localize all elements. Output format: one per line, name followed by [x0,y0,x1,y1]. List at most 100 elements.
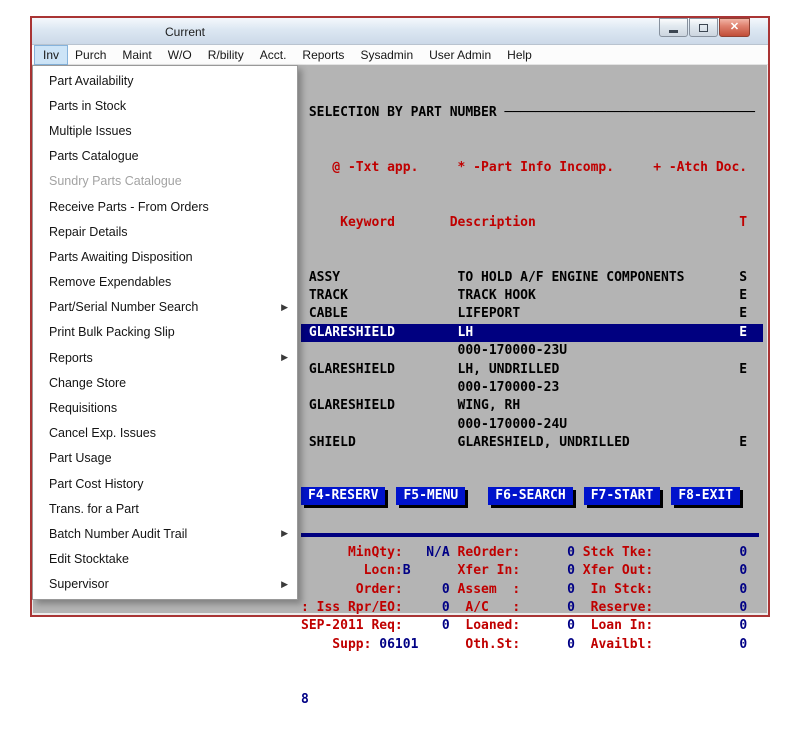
submenu-arrow-icon: ▶ [281,352,288,363]
detail-segment: Supp: [301,637,371,652]
fkey-f8-exit[interactable]: F8-EXIT [671,487,740,505]
part-row[interactable]: TRACK TRACK HOOK E [301,287,763,305]
menu-item-label: Reports [49,351,93,365]
menu-maint[interactable]: Maint [114,46,159,64]
detail-segment: Xfer Out: [575,563,653,578]
close-icon: ✕ [730,22,739,33]
menu-item-label: Part/Serial Number Search [49,300,198,314]
minimize-icon [669,30,678,33]
menu-item-change-store[interactable]: Change Store [33,370,297,395]
part-row[interactable]: 000-170000-23 [301,379,763,397]
detail-line: SEP-2011 Req: 0 Loaned: 0 Loan In: 0 [301,617,763,635]
part-row[interactable]: GLARESHIELD LH, UNDRILLED E [301,361,763,379]
menu-item-repair-details[interactable]: Repair Details [33,219,297,244]
menu-item-part-serial-number-search[interactable]: Part/Serial Number Search ▶ [33,295,297,320]
menu-inv[interactable]: Inv [35,46,67,64]
menu-item-trans-for-a-part[interactable]: Trans. for a Part [33,496,297,521]
terminal-column-headers: Keyword Description T [301,214,763,232]
detail-segment: 0 [403,582,450,597]
menu-item-label: Part Usage [49,451,112,465]
menu-item-edit-stocktake[interactable]: Edit Stocktake [33,547,297,572]
menu-item-print-bulk-packing-slip[interactable]: Print Bulk Packing Slip [33,320,297,345]
part-row[interactable]: 000-170000-23U [301,342,763,360]
detail-segment: 0 [403,600,450,615]
window-controls: ✕ [659,18,750,37]
menu-purch[interactable]: Purch [67,46,114,64]
detail-segment: N/A [403,545,450,560]
menu-item-parts-catalogue[interactable]: Parts Catalogue [33,144,297,169]
app-window: Current ✕ InvPurchMaintW/OR/bilityAcct.R… [30,16,770,617]
menu-item-batch-number-audit-trail[interactable]: Batch Number Audit Trail ▶ [33,521,297,546]
menu-item-receive-parts-from-orders[interactable]: Receive Parts - From Orders [33,194,297,219]
detail-segment: SEP-2011 Req: [301,618,403,633]
fkey-f4-reserv[interactable]: F4-RESERV [301,487,385,505]
detail-segment: Stck Tke: [575,545,653,560]
separator-bar [301,533,759,537]
fkey-f6-search[interactable]: F6-SEARCH [488,487,572,505]
detail-line: Locn:B Xfer In: 0 Xfer Out: 0 [301,562,763,580]
detail-segment: 0 [403,618,450,633]
detail-line: Order: 0 Assem : 0 In Stck: 0 [301,581,763,599]
minimize-button[interactable] [659,18,688,37]
detail-segment: ReOrder: [450,545,520,560]
detail-segment: B [403,563,411,578]
detail-segment: A/C : [450,600,520,615]
part-row[interactable]: GLARESHIELD WING, RH [301,397,763,415]
close-button[interactable]: ✕ [719,18,750,37]
menu-help[interactable]: Help [499,46,540,64]
detail-segment: 0 [653,600,747,615]
window-title: Current [165,25,205,39]
terminal-legend-line: @ -Txt app. * -Part Info Incomp. + -Atch… [301,159,763,177]
menu-user-admin[interactable]: User Admin [421,46,499,64]
menu-item-requisitions[interactable]: Requisitions [33,395,297,420]
menu-item-sundry-parts-catalogue: Sundry Parts Catalogue [33,169,297,194]
menu-sysadmin[interactable]: Sysadmin [352,46,421,64]
detail-segment: 06101 [371,637,418,652]
menu-item-part-cost-history[interactable]: Part Cost History [33,471,297,496]
maximize-button[interactable] [689,18,718,37]
menu-item-label: Batch Number Audit Trail [49,527,187,541]
menu-item-label: Parts Awaiting Disposition [49,250,193,264]
menu-item-supervisor[interactable]: Supervisor▶ [33,572,297,597]
titlebar[interactable]: Current ✕ [32,18,768,45]
menu-item-remove-expendables[interactable]: Remove Expendables [33,270,297,295]
fkey-f7-start[interactable]: F7-START [584,487,661,505]
detail-segment: 0 [653,582,747,597]
detail-segment: 0 [520,618,575,633]
menu-item-cancel-exp-issues[interactable]: Cancel Exp. Issues [33,421,297,446]
detail-line: MinQty: N/A ReOrder: 0 Stck Tke: 0 [301,544,763,562]
menu-item-parts-in-stock[interactable]: Parts in Stock [33,93,297,118]
terminal-header-line: SELECTION BY PART NUMBER ───────────────… [301,104,763,122]
menu-item-parts-awaiting-disposition[interactable]: Parts Awaiting Disposition [33,244,297,269]
part-list: ASSY TO HOLD A/F ENGINE COMPONENTS S TRA… [301,269,763,452]
detail-segment: Reserve: [575,600,653,615]
submenu-arrow-icon: ▶ [281,302,288,313]
fkey-f5-menu[interactable]: F5-MENU [396,487,465,505]
menu-w-o[interactable]: W/O [160,46,200,64]
menu-item-part-availability[interactable]: Part Availability [33,68,297,93]
part-row-selected[interactable]: GLARESHIELD LH E [301,324,763,342]
detail-segment: Availbl: [575,637,653,652]
menu-item-label: Part Cost History [49,477,143,491]
menu-r-bility[interactable]: R/bility [200,46,252,64]
part-row[interactable]: ASSY TO HOLD A/F ENGINE COMPONENTS S [301,269,763,287]
detail-line: : Iss Rpr/EO: 0 A/C : 0 Reserve: 0 [301,599,763,617]
menu-item-multiple-issues[interactable]: Multiple Issues [33,118,297,143]
part-row[interactable]: SHIELD GLARESHIELD, UNDRILLED E [301,434,763,452]
menu-item-reports[interactable]: Reports ▶ [33,345,297,370]
detail-segment: Order: [301,582,403,597]
menu-item-label: Part Availability [49,74,134,88]
detail-segment: Xfer In: [411,563,521,578]
part-details: MinQty: N/A ReOrder: 0 Stck Tke: 0 Locn:… [301,544,763,654]
menu-acct[interactable]: Acct. [252,46,295,64]
menu-item-label: Edit Stocktake [49,552,129,566]
part-row[interactable]: 000-170000-24U [301,416,763,434]
detail-segment: Loan In: [575,618,653,633]
submenu-arrow-icon: ▶ [281,528,288,539]
menu-item-label: Repair Details [49,225,128,239]
function-key-row: F4-RESERV F5-MENU F6-SEARCH F7-START F8-EXIT [301,487,751,505]
detail-segment: 0 [520,545,575,560]
menu-reports[interactable]: Reports [294,46,352,64]
menu-item-part-usage[interactable]: Part Usage [33,446,297,471]
part-row[interactable]: CABLE LIFEPORT E [301,305,763,323]
